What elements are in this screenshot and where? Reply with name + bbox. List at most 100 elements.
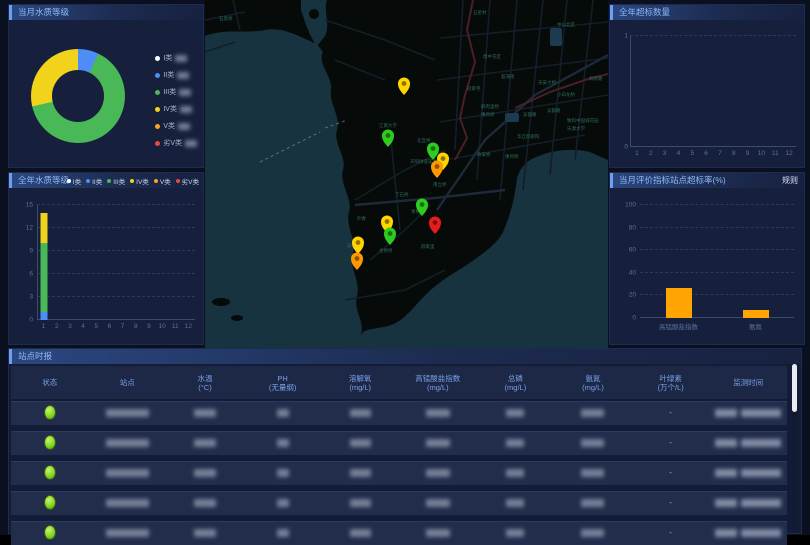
- column-header: 监测时间: [709, 378, 787, 387]
- table-cell: [11, 436, 89, 451]
- censored-value: [506, 529, 524, 537]
- rule-link[interactable]: 规则: [782, 173, 798, 188]
- pin-hole: [431, 146, 436, 151]
- gridline: [640, 294, 794, 295]
- yearly-exceed-chart[interactable]: 01123456789101112: [630, 36, 796, 147]
- table-cell: [709, 529, 787, 537]
- donut-chart-monthly-grade[interactable]: [31, 49, 125, 143]
- censored-value: [106, 439, 149, 447]
- table-cell: [11, 406, 89, 421]
- exceed-rate-chart[interactable]: 020406080100高锰酸盐指数氨氮: [640, 205, 794, 318]
- map-pond: [550, 28, 562, 46]
- y-tick-label: 0: [608, 144, 628, 151]
- panel-exceed-rate: 当月评价指标站点超标率(%) 规则 020406080100高锰酸盐指数氨氮: [609, 172, 805, 345]
- table-row[interactable]: -: [11, 521, 787, 545]
- censored-value: [194, 469, 216, 477]
- x-tick-label: 8: [134, 323, 138, 330]
- censored-time: [741, 439, 781, 447]
- map-place-label: 丁石桥: [395, 191, 409, 198]
- table-cell: [244, 439, 322, 447]
- table-cell: -: [632, 440, 710, 447]
- legend-item: II类: [86, 176, 102, 186]
- table-cell: -: [632, 410, 710, 417]
- x-tick-label: 11: [172, 323, 179, 330]
- x-tick-label: 8: [732, 150, 736, 157]
- x-axis: [640, 317, 794, 318]
- pin-hole: [355, 256, 360, 261]
- map[interactable]: 石奥桥五星村中山北区旭中花区超海街天安大桥机场路小白龙桥冠家寺鹅肉里桥惠风桥吴都…: [205, 0, 608, 348]
- table-row[interactable]: -: [11, 491, 787, 515]
- x-tick-label: 3: [663, 150, 667, 157]
- censored-value: [175, 55, 187, 62]
- panel-monthly-grade: 当月水质等级 I类II类III类IV类V类劣V类: [8, 4, 204, 168]
- x-tick-label: 2: [55, 323, 59, 330]
- legend-item: III类: [155, 87, 197, 97]
- map-canvas[interactable]: 石奥桥五星村中山北区旭中花区超海街天安大桥机场路小白龙桥冠家寺鹅肉里桥惠风桥吴都…: [205, 0, 608, 348]
- x-tick-label: 9: [746, 150, 750, 157]
- table-row[interactable]: -: [11, 461, 787, 485]
- censored-value: [277, 439, 289, 447]
- x-tick-label: 9: [147, 323, 151, 330]
- status-indicator: [45, 466, 55, 479]
- table-cell: [89, 439, 167, 447]
- censored-value: [350, 529, 371, 537]
- rate-bar[interactable]: [666, 288, 692, 319]
- y-tick-label: 9: [13, 248, 33, 255]
- gridline: [640, 227, 794, 228]
- legend-dot: [154, 179, 158, 183]
- legend-item: III类: [107, 176, 125, 186]
- legend-item: IV类: [130, 176, 149, 186]
- table-cell: [399, 499, 477, 507]
- censored-value: [180, 106, 192, 113]
- x-tick-label: 4: [677, 150, 681, 157]
- stack-bar-segment[interactable]: [40, 312, 47, 320]
- y-tick-label: 12: [13, 225, 33, 232]
- y-axis: [630, 36, 631, 147]
- table-cell: [11, 526, 89, 541]
- table-cell: [399, 469, 477, 477]
- table-cell: [321, 529, 399, 537]
- censored-value: [506, 469, 524, 477]
- map-place-label: 江南大学: [379, 122, 397, 129]
- censored-value: [581, 469, 604, 477]
- legend-dot: [67, 179, 71, 183]
- table-row[interactable]: -: [11, 431, 787, 455]
- x-tick-label: 7: [121, 323, 125, 330]
- x-tick-label: 5: [94, 323, 98, 330]
- table-body: -----: [11, 401, 787, 531]
- table-cell: -: [632, 500, 710, 507]
- stack-bar-segment[interactable]: [40, 243, 47, 312]
- legend-dot: [107, 179, 111, 183]
- gridline: [37, 296, 195, 297]
- map-pond: [505, 113, 519, 122]
- table-cell: [399, 409, 477, 417]
- map-place-label: 南立桥: [433, 181, 447, 188]
- censored-time: [741, 409, 781, 417]
- status-indicator: [45, 436, 55, 449]
- table-scrollbar-thumb[interactable]: [792, 364, 797, 412]
- legend-dot: [155, 90, 160, 95]
- map-place-label: 五星村: [473, 9, 487, 15]
- y-tick-label: 20: [616, 292, 636, 299]
- censored-value: [426, 409, 450, 417]
- censored-value: [581, 439, 604, 447]
- table-scrollbar[interactable]: [792, 364, 797, 529]
- stack-bar-segment[interactable]: [40, 213, 47, 244]
- map-place-label: 乐源大学: [567, 125, 585, 132]
- censored-value: [185, 140, 197, 147]
- table-cell: [477, 529, 555, 537]
- gridline: [640, 272, 794, 273]
- map-place-label: 中山北区: [557, 21, 575, 28]
- table-cell: [11, 496, 89, 511]
- yearly-grade-chart[interactable]: 03691215123456789101112: [37, 205, 195, 320]
- table-cell: [166, 439, 244, 447]
- column-header: 站点: [89, 378, 167, 387]
- table-cell: [166, 499, 244, 507]
- gridline: [37, 250, 195, 251]
- rate-bar[interactable]: [743, 310, 769, 318]
- table-cell: [709, 469, 787, 477]
- table-cell: -: [632, 470, 710, 477]
- map-place-label: 机场路: [589, 75, 603, 82]
- y-tick-label: 6: [13, 271, 33, 278]
- table-row[interactable]: -: [11, 401, 787, 425]
